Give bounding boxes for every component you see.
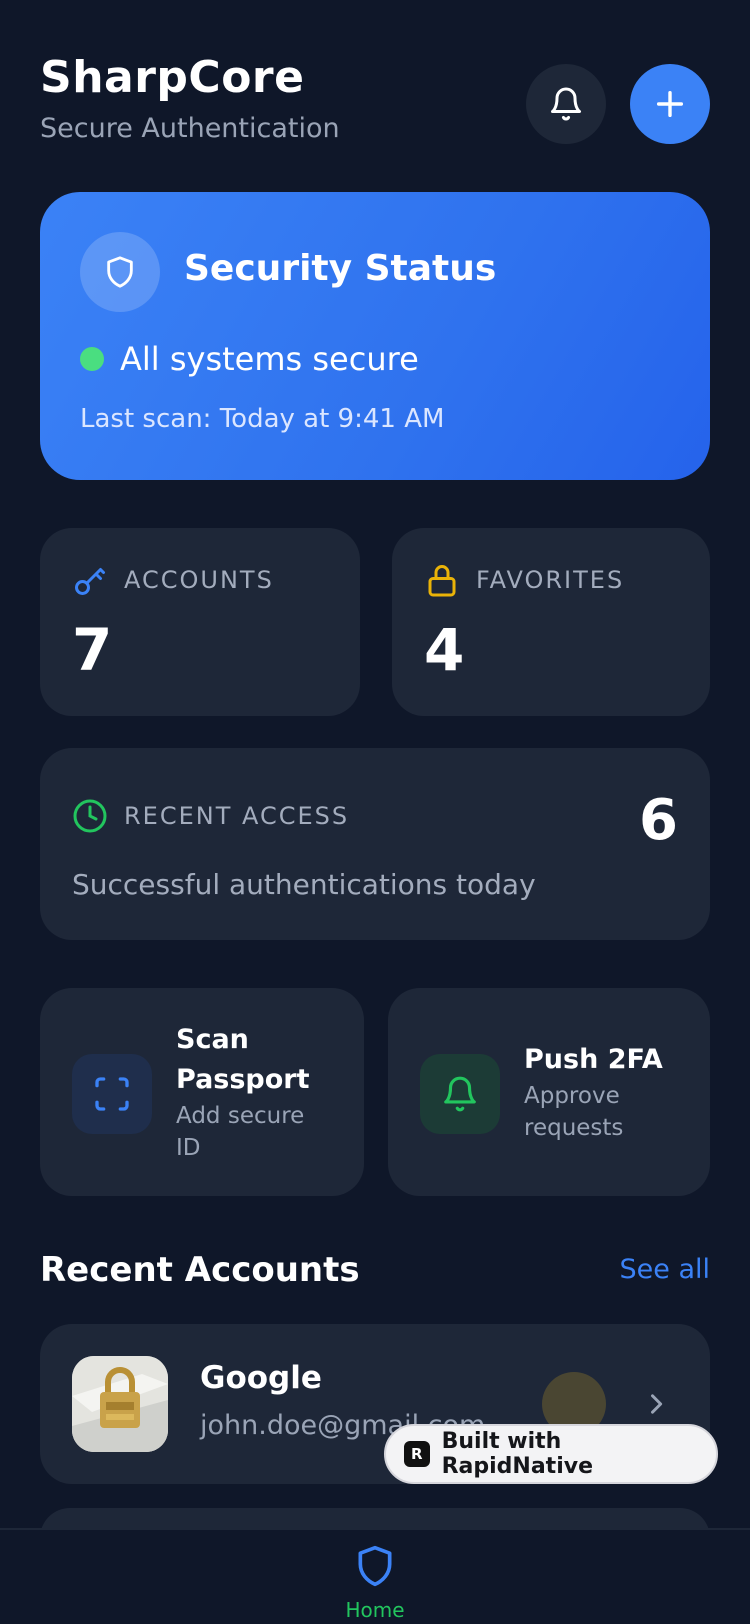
lock-icon xyxy=(428,565,456,597)
scan-icon-tile xyxy=(72,1054,152,1134)
push-2fa-icon-tile xyxy=(420,1054,500,1134)
add-button[interactable] xyxy=(630,64,710,144)
shield-icon xyxy=(107,256,133,288)
tab-home-label: Home xyxy=(345,1598,405,1622)
status-text: All systems secure xyxy=(120,340,419,378)
bell-icon xyxy=(444,1076,476,1112)
clock-icon xyxy=(73,799,107,833)
security-title: Security Status xyxy=(184,248,497,289)
scan-passport-subtitle-line1: Add secure xyxy=(176,1103,305,1129)
bottom-tab-bar: Home xyxy=(0,1528,750,1624)
recent-access-card[interactable]: RECENT ACCESS 6 Successful authenticatio… xyxy=(40,748,710,940)
accounts-stat-card[interactable]: ACCOUNTS 7 xyxy=(40,528,360,716)
padlock-image xyxy=(72,1356,168,1452)
scan-passport-title-line1: Scan xyxy=(176,1024,249,1055)
recent-access-label: RECENT ACCESS xyxy=(124,802,350,830)
shield-icon xyxy=(358,1545,392,1587)
account-thumbnail xyxy=(72,1356,168,1452)
built-with-badge[interactable]: R Built with RapidNative xyxy=(384,1424,718,1484)
recent-access-count: 6 xyxy=(639,788,678,853)
recent-access-description: Successful authentications today xyxy=(72,868,536,901)
scan-passport-subtitle-line2: ID xyxy=(176,1135,201,1161)
scan-passport-button[interactable]: Scan Passport Add secure ID xyxy=(40,988,364,1196)
tab-home[interactable]: Home xyxy=(336,1542,414,1622)
accounts-count: 7 xyxy=(72,616,113,684)
bell-icon xyxy=(551,87,581,121)
app-subtitle: Secure Authentication xyxy=(40,113,340,144)
rapidnative-logo-icon: R xyxy=(404,1441,430,1467)
favorites-stat-card[interactable]: FAVORITES 4 xyxy=(392,528,710,716)
plus-icon xyxy=(656,90,684,118)
status-row: All systems secure xyxy=(80,340,419,378)
notifications-button[interactable] xyxy=(526,64,606,144)
recent-accounts-title: Recent Accounts xyxy=(40,1250,360,1290)
scan-passport-title-line2: Passport xyxy=(176,1064,310,1095)
account-name: Google xyxy=(200,1360,322,1396)
chevron-right-icon xyxy=(651,1394,663,1414)
favorites-count: 4 xyxy=(424,616,465,684)
app-title: SharpCore xyxy=(40,52,305,103)
scan-icon xyxy=(95,1077,129,1111)
status-indicator xyxy=(80,347,104,371)
push-2fa-title: Push 2FA xyxy=(524,1044,663,1075)
security-status-card[interactable]: Security Status All systems secure Last … xyxy=(40,192,710,480)
accounts-label: ACCOUNTS xyxy=(124,566,274,594)
see-all-link[interactable]: See all xyxy=(620,1254,711,1285)
shield-badge xyxy=(80,232,160,312)
push-2fa-subtitle-line2: requests xyxy=(524,1115,624,1141)
badge-text: Built with RapidNative xyxy=(441,1429,593,1479)
key-icon xyxy=(75,568,105,595)
favorites-label: FAVORITES xyxy=(476,566,625,594)
push-2fa-subtitle-line1: Approve xyxy=(524,1083,620,1109)
push-2fa-button[interactable]: Push 2FA Approve requests xyxy=(388,988,710,1196)
app-header: SharpCore Secure Authentication xyxy=(40,52,710,162)
last-scan-text: Last scan: Today at 9:41 AM xyxy=(80,404,445,434)
